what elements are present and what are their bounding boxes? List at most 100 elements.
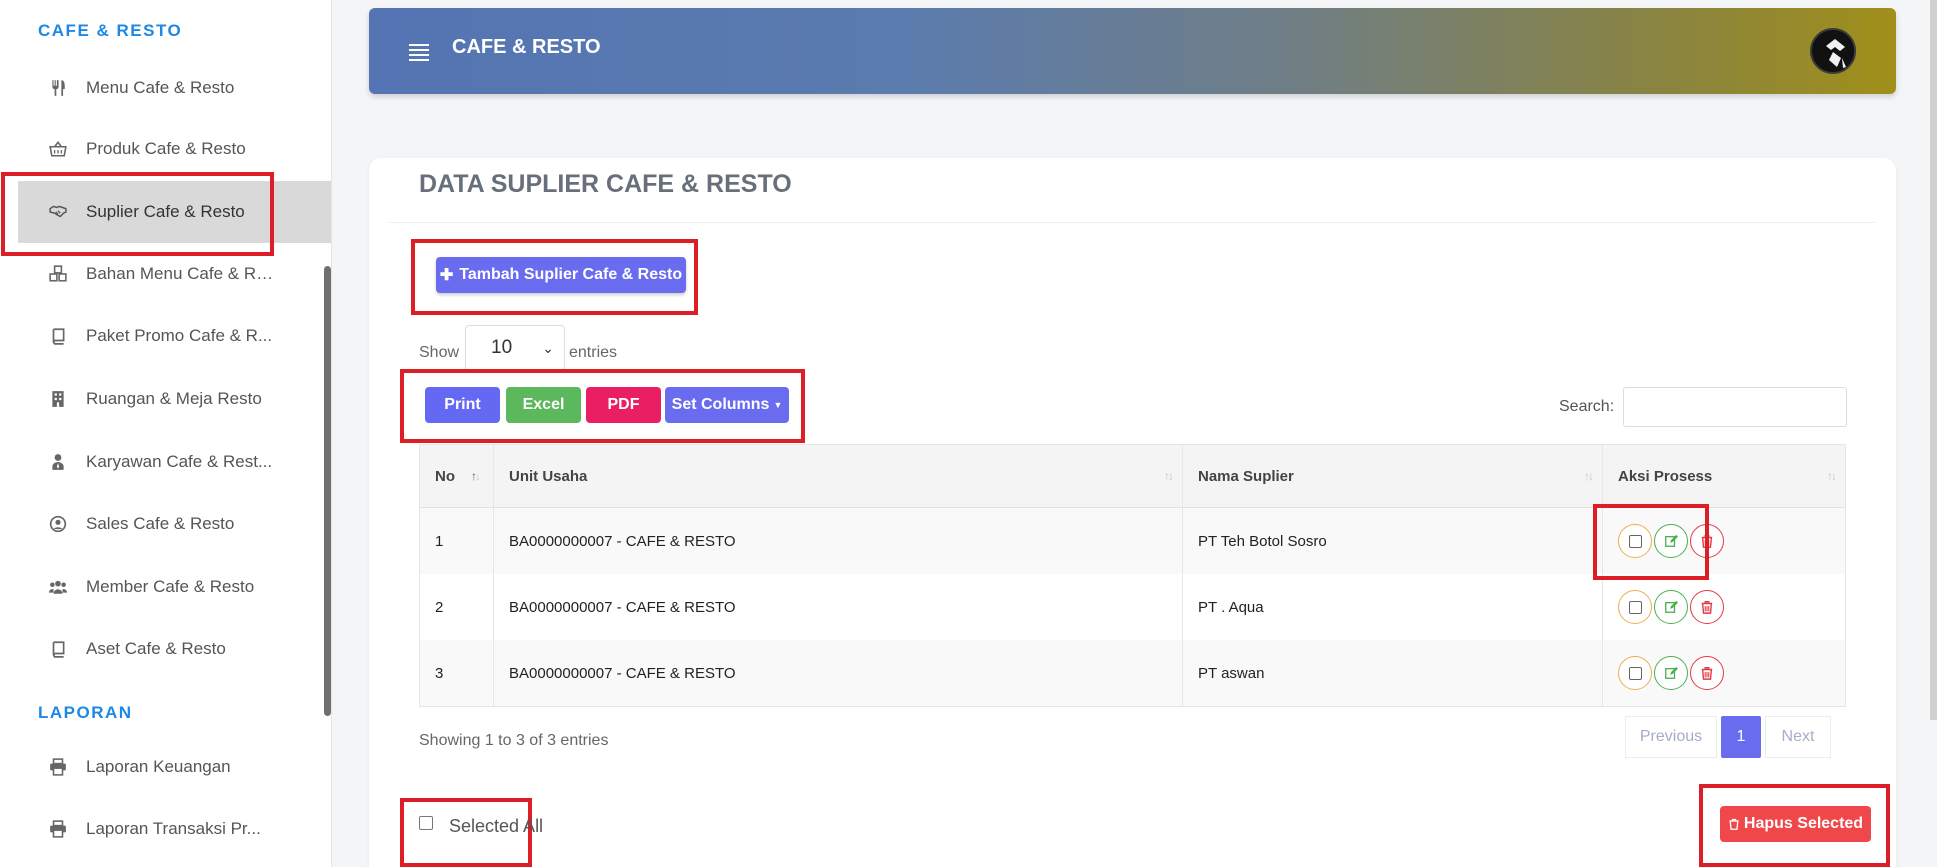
- sidebar-item-laporan-transaksi[interactable]: Laporan Transaksi Pr...: [0, 798, 330, 860]
- sidebar-item-label: Sales Cafe & Resto: [86, 514, 235, 533]
- trash-icon: [1729, 818, 1739, 830]
- sort-asc-icon: ↑↓: [471, 469, 481, 483]
- chevron-down-icon: ⌄: [542, 340, 554, 356]
- column-header-supplier[interactable]: Nama Suplier ↑↓: [1183, 445, 1603, 507]
- column-header-label: Nama Suplier: [1198, 467, 1294, 485]
- delete-selected-button[interactable]: Hapus Selected: [1720, 806, 1871, 842]
- sidebar-item-label: Menu Cafe & Resto: [86, 78, 235, 97]
- pdf-button[interactable]: PDF: [586, 387, 661, 423]
- cell-supplier: PT . Aqua: [1183, 574, 1603, 640]
- utensils-icon: [48, 78, 68, 98]
- header-title: CAFE & RESTO: [452, 36, 601, 58]
- sidebar-item-label: Aset Cafe & Resto: [86, 639, 226, 658]
- sidebar-item-aset[interactable]: Aset Cafe & Resto: [0, 618, 330, 680]
- avatar-logo-icon: [1813, 31, 1854, 72]
- edit-button[interactable]: [1654, 656, 1688, 690]
- next-page-button[interactable]: Next: [1765, 716, 1831, 758]
- sidebar-item-paket-promo[interactable]: Paket Promo Cafe & R...: [0, 305, 330, 367]
- sort-icon: ↑↓: [1164, 469, 1174, 483]
- highlight-box: [1, 172, 274, 256]
- add-supplier-button[interactable]: ✚ Tambah Suplier Cafe & Resto: [436, 257, 686, 293]
- column-header-label: Aksi Prosess: [1618, 467, 1713, 485]
- sidebar-item-menu[interactable]: Menu Cafe & Resto: [0, 57, 330, 119]
- sidebar-item-label: Produk Cafe & Resto: [86, 139, 246, 158]
- cell-supplier: PT Teh Botol Sosro: [1183, 508, 1603, 574]
- search-input[interactable]: [1623, 387, 1847, 427]
- sidebar-item-label: Bahan Menu Cafe & Re...: [86, 264, 276, 283]
- column-header-label: No: [435, 467, 455, 485]
- top-header: CAFE & RESTO: [369, 8, 1896, 94]
- edit-icon: [1665, 600, 1678, 613]
- basket-icon: [48, 139, 68, 159]
- page-scrollbar[interactable]: [1930, 0, 1937, 720]
- delete-button[interactable]: [1690, 590, 1724, 624]
- cell-unit: BA0000000007 - CAFE & RESTO: [494, 508, 1183, 574]
- row-select-checkbox[interactable]: [1618, 656, 1652, 690]
- cell-no: 3: [420, 640, 494, 706]
- table-header-row: No ↑↓ Unit Usaha ↑↓ Nama Suplier ↑↓ Aksi…: [420, 445, 1845, 508]
- entries-label: entries: [569, 344, 618, 361]
- select-all-checkbox[interactable]: Selected All: [419, 815, 544, 837]
- book-icon: [48, 326, 68, 346]
- user-tie-icon: [48, 452, 68, 472]
- sidebar-section-report: LAPORAN: [38, 703, 133, 722]
- edit-icon: [1665, 666, 1678, 679]
- print-button[interactable]: Print: [425, 387, 500, 423]
- sidebar-scrollbar[interactable]: [324, 266, 331, 716]
- sidebar-item-label: Laporan Transaksi Pr...: [86, 819, 261, 838]
- show-label: Show: [419, 344, 460, 361]
- building-icon: [48, 389, 68, 409]
- delete-button[interactable]: [1690, 656, 1724, 690]
- sidebar-item-karyawan[interactable]: Karyawan Cafe & Rest...: [0, 431, 330, 493]
- cell-no: 2: [420, 574, 494, 640]
- users-icon: [48, 577, 68, 597]
- cell-no: 1: [420, 508, 494, 574]
- trash-icon: [1701, 601, 1713, 614]
- sidebar-item-laporan-keuangan[interactable]: Laporan Keuangan: [0, 736, 330, 798]
- sidebar-item-member[interactable]: Member Cafe & Resto: [0, 556, 330, 618]
- sidebar-item-label: Paket Promo Cafe & R...: [86, 326, 273, 345]
- excel-button[interactable]: Excel: [506, 387, 581, 423]
- delete-selected-label: Hapus Selected: [1743, 815, 1864, 832]
- sidebar-item-sales[interactable]: Sales Cafe & Resto: [0, 493, 330, 555]
- sidebar-item-produk[interactable]: Produk Cafe & Resto: [0, 118, 330, 180]
- table-row: 3 BA0000000007 - CAFE & RESTO PT aswan: [420, 640, 1845, 706]
- sort-icon: ↑↓: [1584, 469, 1594, 483]
- edit-button[interactable]: [1654, 590, 1688, 624]
- search-label: Search:: [1559, 398, 1615, 415]
- page-1-button[interactable]: 1: [1721, 716, 1761, 758]
- print-icon: [48, 757, 68, 777]
- set-columns-button[interactable]: Set Columns ▼: [665, 387, 789, 423]
- sidebar: CAFE & RESTO Menu Cafe & Resto Produk Ca…: [0, 0, 332, 867]
- sidebar-item-ruangan[interactable]: Ruangan & Meja Resto: [0, 368, 330, 430]
- page-title: DATA SUPLIER CAFE & RESTO: [419, 170, 792, 198]
- sidebar-item-label: Member Cafe & Resto: [86, 577, 255, 596]
- sidebar-item-label: Karyawan Cafe & Rest...: [86, 452, 273, 471]
- cell-supplier: PT aswan: [1183, 640, 1603, 706]
- cell-unit: BA0000000007 - CAFE & RESTO: [494, 640, 1183, 706]
- column-header-no[interactable]: No ↑↓: [420, 445, 494, 507]
- column-header-unit[interactable]: Unit Usaha ↑↓: [494, 445, 1183, 507]
- book-icon: [48, 639, 68, 659]
- cell-actions: [1603, 640, 1845, 706]
- entries-value: 10: [491, 337, 513, 358]
- add-supplier-label: Tambah Suplier Cafe & Resto: [459, 266, 683, 283]
- set-columns-label: Set Columns: [671, 396, 770, 413]
- sort-icon: ↑↓: [1827, 469, 1837, 483]
- caret-down-icon: ▼: [773, 400, 783, 410]
- entries-select[interactable]: 10 ⌄: [465, 325, 565, 371]
- checkbox-box: [419, 815, 433, 830]
- column-header-label: Unit Usaha: [509, 467, 588, 485]
- sidebar-item-label: Ruangan & Meja Resto: [86, 389, 262, 408]
- select-all-label: Selected All: [449, 816, 544, 836]
- print-icon: [48, 819, 68, 839]
- avatar[interactable]: [1810, 28, 1856, 74]
- hamburger-menu-icon[interactable]: [409, 44, 429, 61]
- table-row: 2 BA0000000007 - CAFE & RESTO PT . Aqua: [420, 574, 1845, 640]
- cubes-icon: [48, 264, 68, 284]
- pagination: Previous 1 Next: [1625, 716, 1831, 758]
- column-header-actions[interactable]: Aksi Prosess ↑↓: [1603, 445, 1845, 507]
- previous-page-button[interactable]: Previous: [1625, 716, 1717, 758]
- row-select-checkbox[interactable]: [1618, 590, 1652, 624]
- cell-actions: [1603, 574, 1845, 640]
